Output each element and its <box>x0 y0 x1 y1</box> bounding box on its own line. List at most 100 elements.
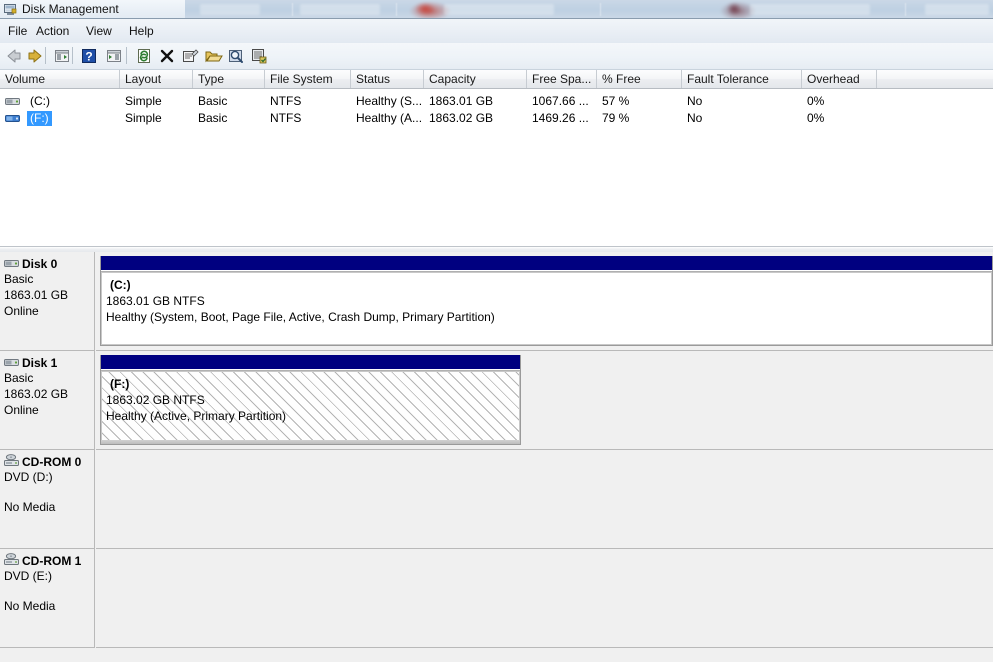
hard-drive-icon <box>5 113 21 125</box>
graphical-view-pane: Disk 0 Basic 1863.01 GB Online (C:) 1863… <box>0 252 993 662</box>
no-media-area <box>96 549 993 647</box>
column-header-status[interactable]: Status <box>351 70 424 88</box>
disk-header-disk-0[interactable]: Disk 0 Basic 1863.01 GB Online <box>0 252 95 351</box>
open-icon[interactable] <box>203 46 223 66</box>
partition-footer-bar <box>101 440 520 444</box>
column-header-overhead[interactable]: Overhead <box>802 70 877 88</box>
disk-name: Disk 1 <box>22 356 58 370</box>
menu-action[interactable]: Action <box>32 23 73 39</box>
cell-layout: Simple <box>125 111 162 125</box>
volume-list-pane: Volume Layout Type File System Status Ca… <box>0 70 993 246</box>
partition-size: 1863.02 GB NTFS <box>106 393 205 407</box>
cell-file-system: NTFS <box>270 111 302 125</box>
table-row[interactable]: (F:) Simple Basic NTFS Healthy (A... 186… <box>0 110 993 127</box>
all-tasks-icon[interactable] <box>249 46 269 66</box>
cell-overhead: 0% <box>807 94 825 108</box>
disk-row-disk-1: Disk 1 Basic 1863.02 GB Online (F:) 1863… <box>0 351 993 450</box>
taskbar-divider <box>396 3 397 16</box>
help-icon[interactable]: ? <box>79 46 99 66</box>
properties-icon[interactable] <box>180 46 200 66</box>
hard-drive-icon <box>4 258 20 270</box>
menu-help[interactable]: Help <box>125 23 158 39</box>
taskbar-divider <box>600 3 601 16</box>
disk-header-cdrom-0[interactable]: CD-ROM 0 DVD (D:) No Media <box>0 450 95 549</box>
cell-free-space: 1067.66 ... <box>532 94 589 108</box>
cell-fault-tolerance: No <box>687 94 703 108</box>
taskbar-ghost-item <box>200 4 260 15</box>
hard-drive-icon <box>5 96 21 108</box>
partition-label: (F:) <box>110 377 130 391</box>
volume-name[interactable]: (F:) <box>27 111 52 126</box>
cell-file-system: NTFS <box>270 94 302 108</box>
partition-label: (C:) <box>110 278 131 292</box>
cell-percent-free: 79 % <box>602 111 630 125</box>
disk-state: Online <box>4 403 39 417</box>
volume-name[interactable]: (C:) <box>27 94 53 109</box>
cell-overhead: 0% <box>807 111 825 125</box>
menu-bar: File Action View Help <box>0 19 993 44</box>
taskbar-ghost-item <box>300 4 380 15</box>
column-header-layout[interactable]: Layout <box>120 70 193 88</box>
toolbar: ? <box>0 43 993 70</box>
disk-header-disk-1[interactable]: Disk 1 Basic 1863.02 GB Online <box>0 351 95 450</box>
column-header-file-system[interactable]: File System <box>265 70 351 88</box>
partition-size: 1863.01 GB NTFS <box>106 294 205 308</box>
hard-drive-icon <box>4 357 20 369</box>
cell-status: Healthy (S... <box>356 94 423 108</box>
disk-row-disk-0: Disk 0 Basic 1863.01 GB Online (C:) 1863… <box>0 252 993 351</box>
back-icon[interactable] <box>4 46 24 66</box>
disk-size: 1863.02 GB <box>4 387 69 401</box>
disk-name: Disk 0 <box>22 257 58 271</box>
cell-type: Basic <box>198 111 228 125</box>
toolbar-divider <box>45 47 46 64</box>
disk-state: Online <box>4 304 39 318</box>
table-row[interactable]: (C:) Simple Basic NTFS Healthy (S... 186… <box>0 93 993 110</box>
disk-state: No Media <box>4 500 56 514</box>
disk-0-partition-area: (C:) 1863.01 GB NTFS Healthy (System, Bo… <box>96 252 993 351</box>
taskbar-divider <box>905 3 906 16</box>
cell-percent-free: 57 % <box>602 94 630 108</box>
column-header-capacity[interactable]: Capacity <box>424 70 527 88</box>
disk-size: 1863.01 GB <box>4 288 69 302</box>
delete-icon[interactable] <box>157 46 177 66</box>
disk-kind: DVD (E:) <box>4 569 52 583</box>
show-hide-action-pane-icon[interactable] <box>104 46 124 66</box>
forward-icon[interactable] <box>25 46 45 66</box>
disk-kind: DVD (D:) <box>4 470 53 484</box>
taskbar-ghost-item <box>444 4 554 15</box>
column-header-volume[interactable]: Volume <box>0 70 120 88</box>
explore-icon[interactable] <box>226 46 246 66</box>
title-bar: Disk Management <box>0 0 993 19</box>
partition-color-bar <box>101 355 520 370</box>
disk-management-icon <box>4 3 17 16</box>
cd-rom-icon <box>4 553 20 567</box>
disk-row-cdrom-0: CD-ROM 0 DVD (D:) No Media <box>0 450 993 549</box>
partition-f[interactable]: (F:) 1863.02 GB NTFS Healthy (Active, Pr… <box>100 355 521 445</box>
cell-capacity: 1863.01 GB <box>429 94 494 108</box>
disk-kind: Basic <box>4 371 34 385</box>
no-media-area <box>96 450 993 548</box>
partition-c[interactable]: (C:) 1863.01 GB NTFS Healthy (System, Bo… <box>100 256 993 346</box>
menu-file[interactable]: File <box>4 23 31 39</box>
cell-layout: Simple <box>125 94 162 108</box>
rescan-disks-icon[interactable] <box>134 46 154 66</box>
taskbar-ghost-item <box>750 4 870 15</box>
disk-header-cdrom-1[interactable]: CD-ROM 1 DVD (E:) No Media <box>0 549 95 648</box>
column-header-fault-tolerance[interactable]: Fault Tolerance <box>682 70 802 88</box>
cell-capacity: 1863.02 GB <box>429 111 494 125</box>
svg-text:?: ? <box>85 50 92 64</box>
column-header-filler <box>877 70 993 88</box>
column-header-percent-free[interactable]: % Free <box>597 70 682 88</box>
toolbar-divider <box>126 47 127 64</box>
disk-name: CD-ROM 0 <box>22 455 82 469</box>
menu-view[interactable]: View <box>82 23 116 39</box>
disk-state: No Media <box>4 599 56 613</box>
partition-info: (F:) 1863.02 GB NTFS Healthy (Active, Pr… <box>101 370 520 444</box>
cdrom-1-partition-area <box>96 549 993 648</box>
column-header-free-space[interactable]: Free Spa... <box>527 70 597 88</box>
taskbar-divider <box>292 3 293 16</box>
disk-row-cdrom-1: CD-ROM 1 DVD (E:) No Media <box>0 549 993 648</box>
column-header-type[interactable]: Type <box>193 70 265 88</box>
show-hide-console-tree-icon[interactable] <box>52 46 72 66</box>
cell-fault-tolerance: No <box>687 111 703 125</box>
